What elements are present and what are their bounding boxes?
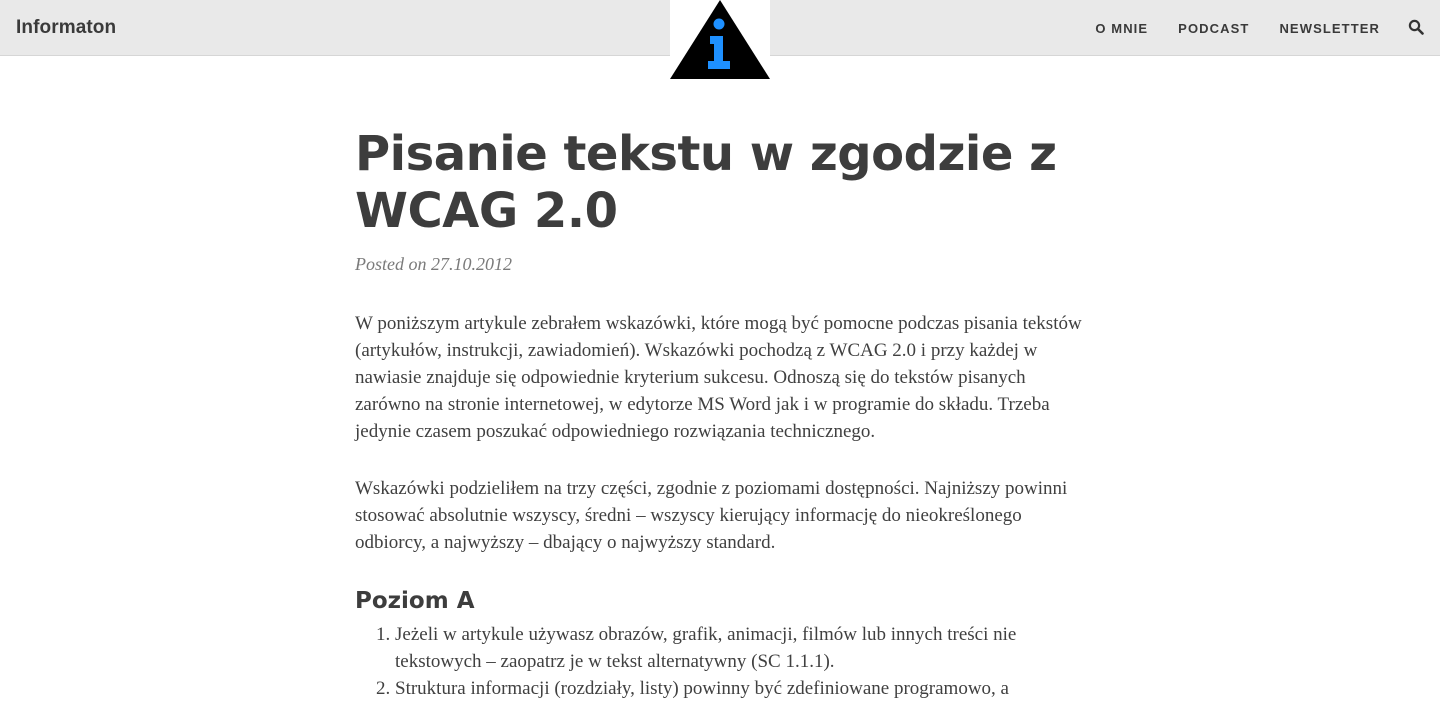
site-title-link[interactable]: Informaton (16, 14, 116, 42)
site-logo[interactable] (670, 0, 770, 79)
main-menu: O MNIE PODCAST NEWSLETTER (1095, 0, 1380, 56)
search-button[interactable] (1408, 19, 1424, 35)
section-heading-level-a: Poziom A (355, 588, 475, 614)
list-item: Struktura informacji (rozdziały, listy) … (395, 675, 1085, 702)
list-item: Jeżeli w artykule używasz obrazów, grafi… (395, 621, 1085, 675)
post-title: Pisanie tekstu w zgodzie z WCAG 2.0 (355, 126, 1057, 239)
post-date: 27.10.2012 (431, 254, 512, 274)
level-a-list: Jeżeli w artykule używasz obrazów, grafi… (355, 621, 1085, 702)
intro-paragraph: W poniższym artykule zebrałem wskazówki,… (355, 313, 1082, 442)
nav-item-podcast[interactable]: PODCAST (1178, 21, 1249, 36)
post-meta: Posted on 27.10.2012 (355, 251, 1085, 277)
top-navigation-bar: Informaton O MNIE PODCAST NEWSLETTER (0, 0, 1440, 79)
info-triangle-logo-icon (670, 0, 770, 79)
nav-item-about[interactable]: O MNIE (1095, 21, 1148, 36)
post-article: Pisanie tekstu w zgodzie z WCAG 2.0 Post… (355, 126, 1085, 702)
posted-on-label: Posted on (355, 254, 427, 274)
nav-item-newsletter[interactable]: NEWSLETTER (1279, 21, 1380, 36)
search-icon (1408, 19, 1424, 35)
levels-paragraph: Wskazówki podzieliłem na trzy części, zg… (355, 478, 1068, 553)
